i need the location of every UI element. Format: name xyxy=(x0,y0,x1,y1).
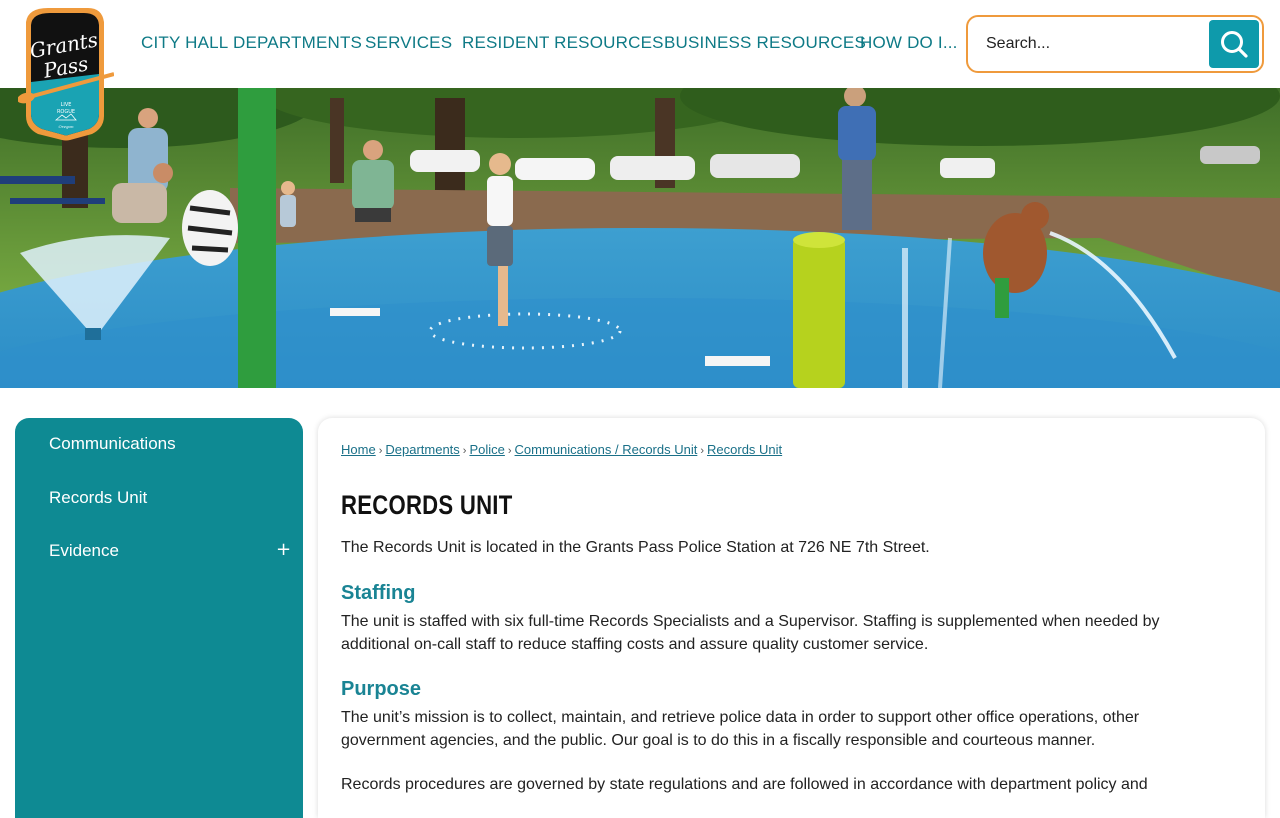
site-header: CITY HALL DEPARTMENTS SERVICES RESIDENT … xyxy=(0,0,1280,88)
grants-pass-logo-icon: Grants Pass LIVE ROGUE Oregon xyxy=(17,8,115,141)
intro-paragraph: The Records Unit is located in the Grant… xyxy=(341,539,930,556)
breadcrumb-home[interactable]: Home xyxy=(341,442,376,457)
staffing-paragraph: The unit is staffed with six full-time R… xyxy=(341,613,1160,653)
breadcrumb-separator: › xyxy=(700,445,705,457)
nav-business-resources[interactable]: BUSINESS RESOURCES xyxy=(664,33,866,53)
splash-pad-photo xyxy=(0,88,1280,388)
search-icon xyxy=(1221,31,1248,58)
search-button[interactable] xyxy=(1209,20,1259,68)
nav-how-do-i[interactable]: HOW DO I... xyxy=(860,33,958,53)
purpose-heading: Purpose xyxy=(341,678,422,700)
expand-plus-icon[interactable]: + xyxy=(276,539,291,560)
nav-services[interactable]: SERVICES xyxy=(365,33,452,53)
procedures-paragraph: Records procedures are governed by state… xyxy=(341,776,1148,793)
logo-state-text: Oregon xyxy=(58,124,74,129)
breadcrumb-communications-records[interactable]: Communications / Records Unit xyxy=(515,442,698,457)
page-title: RECORDS UNIT xyxy=(341,490,513,520)
logo-tagline-live: LIVE xyxy=(61,102,72,108)
hero-image xyxy=(0,88,1280,388)
breadcrumb: Home › Departments › Police › Communications /… xyxy=(341,442,782,457)
sidebar-item-communications[interactable]: Communications xyxy=(49,434,176,454)
sidebar-item-evidence[interactable]: Evidence xyxy=(49,541,119,561)
logo-tagline-rogue: ROGUE xyxy=(57,109,75,115)
breadcrumb-police[interactable]: Police xyxy=(469,442,504,457)
search-input[interactable] xyxy=(986,29,1206,59)
breadcrumb-separator: › xyxy=(507,445,512,457)
main-content: Home › Departments › Police › Communications /… xyxy=(318,418,1265,818)
breadcrumb-departments[interactable]: Departments xyxy=(385,442,459,457)
sidebar-nav: Communications Records Unit Evidence + xyxy=(15,418,303,818)
city-logo[interactable]: Grants Pass LIVE ROGUE Oregon xyxy=(17,4,115,142)
nav-city-hall[interactable]: CITY HALL xyxy=(141,33,228,53)
nav-resident-resources[interactable]: RESIDENT RESOURCES xyxy=(462,33,664,53)
purpose-paragraph: The unit’s mission is to collect, mainta… xyxy=(341,709,1140,749)
breadcrumb-separator: › xyxy=(378,445,383,457)
sidebar-item-records-unit[interactable]: Records Unit xyxy=(49,488,147,508)
staffing-heading: Staffing xyxy=(341,582,416,604)
nav-departments[interactable]: DEPARTMENTS xyxy=(233,33,362,53)
breadcrumb-separator: › xyxy=(462,445,467,457)
breadcrumb-records-unit[interactable]: Records Unit xyxy=(707,442,782,457)
search-box xyxy=(966,15,1264,73)
